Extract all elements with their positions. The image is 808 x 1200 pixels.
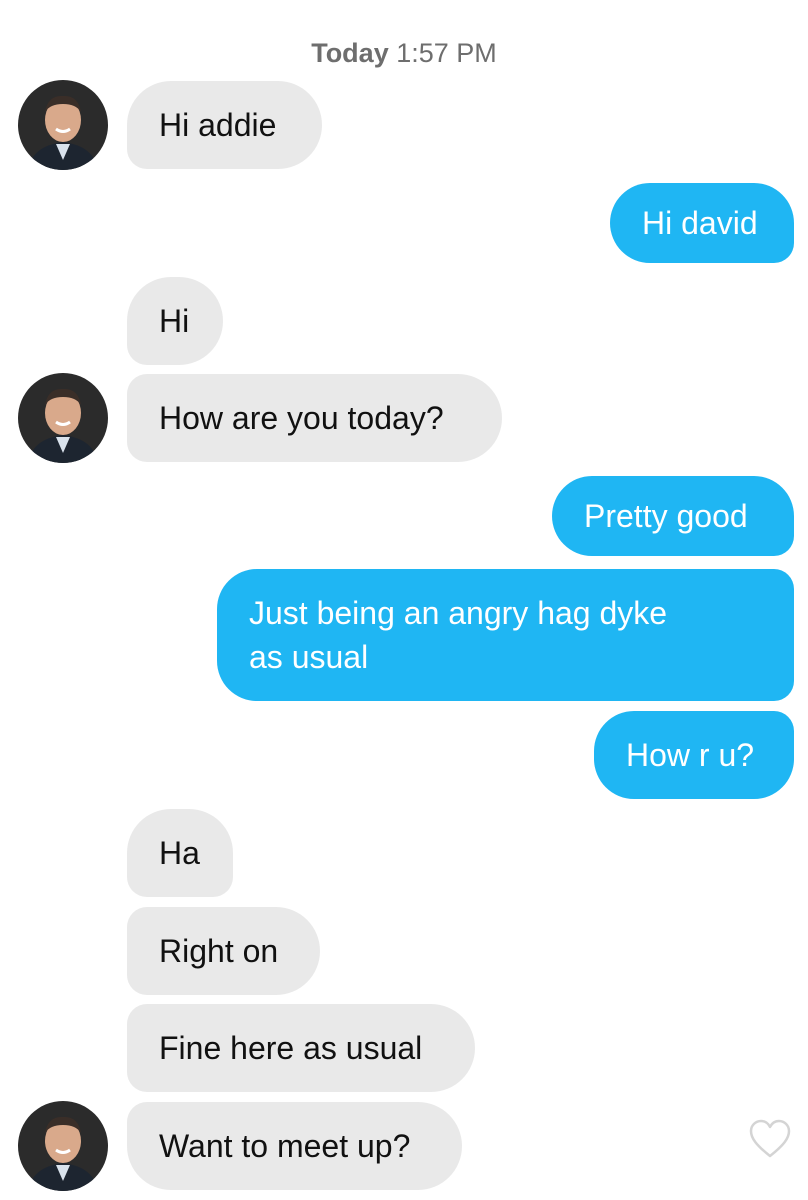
message-text: How are you today? [159, 400, 444, 436]
message-sent[interactable]: Hi david [610, 183, 794, 263]
message-sent[interactable]: Pretty good [552, 476, 794, 556]
message-received[interactable]: Want to meet up? [127, 1102, 462, 1190]
message-sent[interactable]: Just being an angry hag dyke as usual [217, 569, 794, 701]
conversation-timestamp: Today 1:57 PM [0, 38, 808, 69]
message-sent[interactable]: How r u? [594, 711, 794, 799]
sender-avatar[interactable] [18, 373, 108, 463]
message-text: Hi david [642, 205, 758, 241]
message-received[interactable]: Fine here as usual [127, 1004, 475, 1092]
message-received[interactable]: How are you today? [127, 374, 502, 462]
heart-icon[interactable] [748, 1118, 792, 1160]
message-text-line: as usual [249, 639, 369, 675]
message-text: Ha [159, 835, 200, 871]
message-received[interactable]: Right on [127, 907, 320, 995]
message-received[interactable]: Hi addie [127, 81, 322, 169]
profile-photo [18, 373, 108, 463]
message-text: Want to meet up? [159, 1128, 411, 1164]
message-text: Hi [159, 303, 190, 339]
message-text: Hi addie [159, 107, 277, 143]
sender-avatar[interactable] [18, 1101, 108, 1191]
profile-photo [18, 80, 108, 170]
message-text: Fine here as usual [159, 1030, 423, 1066]
message-received[interactable]: Ha [127, 809, 233, 897]
timestamp-day: Today [311, 38, 389, 68]
message-received[interactable]: Hi [127, 277, 223, 365]
sender-avatar[interactable] [18, 80, 108, 170]
message-text: Pretty good [584, 498, 748, 534]
message-text: Right on [159, 933, 279, 969]
timestamp-time: 1:57 PM [396, 38, 497, 68]
profile-photo [18, 1101, 108, 1191]
message-text-line: Just being an angry hag dyke [249, 595, 668, 631]
message-text: How r u? [626, 737, 755, 773]
